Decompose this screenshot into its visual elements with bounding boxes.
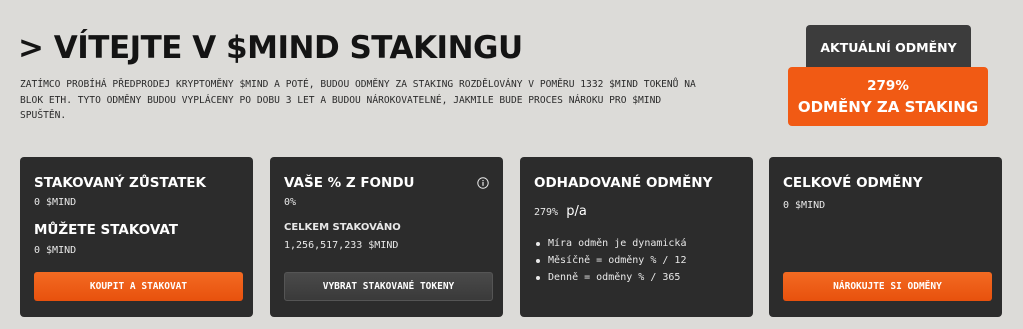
- rewards-label: ODMĚNY ZA STAKING: [797, 97, 979, 116]
- current-rewards-tab[interactable]: AKTUÁLNÍ ODMĚNY: [806, 25, 971, 69]
- total-rewards-title: CELKOVÉ ODMĚNY: [783, 175, 923, 191]
- list-item: Míra odměn je dynamická: [536, 235, 686, 252]
- estimated-rate: 279% p/a: [534, 200, 587, 219]
- page-title: > VÍTEJTE V $MIND STAKINGU: [18, 30, 523, 66]
- info-icon[interactable]: [477, 177, 489, 189]
- total-staked-title: CELKEM STAKOVÁNO: [284, 222, 401, 233]
- estimated-rate-unit: p/a: [566, 204, 587, 219]
- pool-share-title: VAŠE % Z FONDU: [284, 175, 415, 191]
- claim-rewards-button[interactable]: NÁROKUJTE SI ODMĚNY: [783, 272, 992, 301]
- list-item: Denně = odměny % / 365: [536, 269, 686, 286]
- can-stake-title: MŮŽETE STAKOVAT: [34, 222, 178, 238]
- rewards-percent: 279%: [867, 77, 909, 94]
- staked-balance-value: 0 $MIND: [34, 197, 77, 208]
- staking-rewards-panel: 279% ODMĚNY ZA STAKING: [788, 67, 988, 126]
- intro-text: ZATÍMCO PROBÍHÁ PŘEDPRODEJ KRYPTOMĚNY $M…: [20, 79, 696, 121]
- estimated-rate-value: 279%: [534, 207, 559, 218]
- staked-balance-card: STAKOVANÝ ZŮSTATEK 0 $MIND MŮŽETE STAKOV…: [20, 157, 253, 317]
- pool-share-card: VAŠE % Z FONDU 0% CELKEM STAKOVÁNO 1,256…: [270, 157, 503, 317]
- total-staked-value: 1,256,517,233 $MIND: [284, 240, 399, 251]
- total-rewards-card: CELKOVÉ ODMĚNY 0 $MIND NÁROKUJTE SI ODMĚ…: [769, 157, 1002, 317]
- buy-and-stake-button[interactable]: KOUPIT A STAKOVAT: [34, 272, 243, 301]
- staked-balance-title: STAKOVANÝ ZŮSTATEK: [34, 175, 206, 191]
- estimated-rewards-title: ODHADOVANÉ ODMĚNY: [534, 175, 713, 191]
- withdraw-staked-button[interactable]: VYBRAT STAKOVANÉ TOKENY: [284, 272, 493, 301]
- pool-share-value: 0%: [284, 197, 297, 208]
- rewards-info-list: Míra odměn je dynamická Měsíčně = odměny…: [536, 235, 686, 286]
- can-stake-value: 0 $MIND: [34, 245, 77, 256]
- estimated-rewards-card: ODHADOVANÉ ODMĚNY 279% p/a Míra odměn je…: [520, 157, 753, 317]
- list-item: Měsíčně = odměny % / 12: [536, 252, 686, 269]
- total-rewards-value: 0 $MIND: [783, 200, 826, 211]
